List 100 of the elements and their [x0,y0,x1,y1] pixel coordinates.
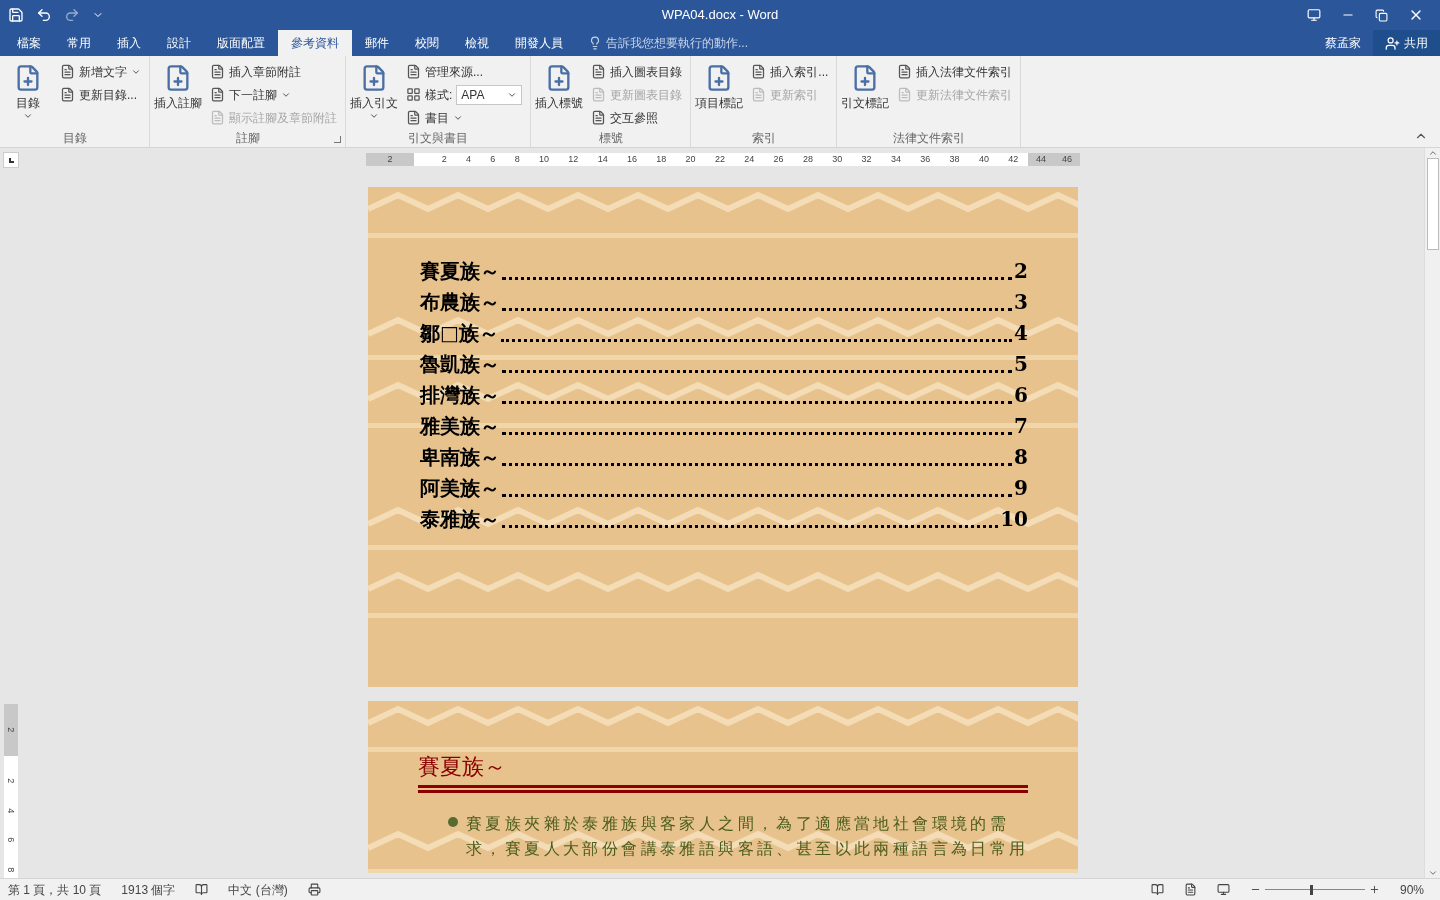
bullet-paragraph: 賽夏族夾雜於泰雅族與客家人之間，為了適應當地社會環境的需求，賽夏人大部份會講泰雅語與客語、甚至以此兩種語言為日常用 [466,812,1030,860]
document-icon [751,87,767,102]
ribbon-display-icon[interactable] [1307,8,1321,22]
ribbon-large-button[interactable]: 引文標記 [841,60,890,129]
document-icon [406,64,421,79]
dialog-launcher-icon[interactable] [334,136,341,143]
ribbon-tab[interactable]: 校閱 [402,30,452,56]
ruler-number: 30 [832,153,843,166]
ribbon-tab[interactable]: 郵件 [352,30,402,56]
toc-entry-title[interactable]: 卑南族～ [420,442,500,472]
ruler-number: 38 [949,153,960,166]
ribbon-small-button[interactable]: 新增文字 [60,60,141,83]
share-button[interactable]: 共用 [1373,30,1440,56]
scroll-down-icon[interactable] [1427,868,1438,878]
ribbon-small-button[interactable]: 插入圖表目錄 [591,60,683,83]
document-icon [210,110,225,125]
zoom-in-icon[interactable] [1368,884,1380,895]
caret-icon [369,111,379,121]
horizontal-ruler: 2 2 4 6 8 10 12 14 16 18 20 22 24 26 28 30 32 34 36 38 40 42 44 46 [366,153,1080,166]
ruler-number: 44 [1036,153,1046,166]
ribbon-small-button[interactable]: 書目 [406,106,523,129]
toc-page-number[interactable]: 5 [1014,349,1028,379]
toc-entry-title[interactable]: 阿美族～ [420,473,500,503]
ruler-number: 24 [744,153,755,166]
ruler-number: 6 [5,837,18,843]
toc-page-number[interactable]: 3 [1014,287,1028,317]
scroll-thumb[interactable] [1426,158,1439,250]
ruler-number: 16 [626,153,637,166]
ribbon-small-button[interactable]: 交互參照 [591,106,683,129]
toc-page-number[interactable]: 7 [1014,411,1028,441]
tell-me-placeholder: 告訴我您想要執行的動作... [606,35,748,52]
ribbon-large-button[interactable]: 插入註腳 [154,60,202,129]
document-icon [60,64,75,79]
ruler-number: 4 [5,807,18,813]
ruler-number: 32 [861,153,872,166]
ribbon-tab[interactable]: 插入 [104,30,154,56]
toc-entry-title[interactable]: 排灣族～ [420,380,500,410]
group-label: 標號 [598,130,623,147]
ribbon-tab[interactable]: 常用 [54,30,104,56]
ruler-number: 10 [538,153,549,166]
toc-page-number[interactable]: 10 [1000,504,1028,534]
ribbon-tab[interactable]: 參考資料 [278,30,352,56]
group-label: 引文與書目 [408,130,469,147]
ribbon-small-button[interactable]: 插入索引... [751,60,829,83]
word-count[interactable]: 1913 個字 [121,880,176,899]
toc-page-number[interactable]: 9 [1014,473,1028,503]
tab-selector[interactable] [3,152,19,168]
ribbon-large-button[interactable]: 插入標號 [535,60,584,129]
ribbon-tab[interactable]: 開發人員 [502,30,576,56]
ruler-number: 34 [890,153,901,166]
ribbon-tab[interactable]: 檔案 [4,30,54,56]
document-icon [897,64,913,79]
ribbon-small-button[interactable]: 下一註腳 [210,83,337,106]
ruler-number: 40 [978,153,989,166]
toc-entry-title[interactable]: 雅美族～ [420,411,500,441]
ribbon-large-button[interactable]: 項目標記 [695,60,744,129]
vertical-scrollbar[interactable] [1424,148,1440,878]
ribbon-tab[interactable]: 版面配置 [204,30,278,56]
language-status[interactable]: 中文 (台灣) [228,880,288,899]
ribbon-small-button[interactable]: 更新目錄... [60,83,141,106]
toc-entry-title[interactable]: 泰雅族～ [420,504,500,534]
document-icon [406,110,421,125]
ribbon-tab[interactable]: 檢視 [452,30,502,56]
person-icon [1385,35,1400,51]
ruler-number: 22 [714,153,725,166]
style-dropdown[interactable]: APA [456,84,523,105]
zoom-thumb[interactable] [1309,884,1313,895]
web-layout-icon[interactable] [1216,883,1230,896]
ruler-number: 8 [514,153,520,166]
toc-page-number[interactable]: 6 [1014,380,1028,410]
ruler-number: 36 [920,153,931,166]
toc-page-number[interactable]: 8 [1014,442,1028,472]
ribbon-small-button[interactable]: 插入章節附註 [210,60,337,83]
ribbon-tab[interactable]: 設計 [154,30,204,56]
ribbon-large-button[interactable]: 目錄 [4,60,52,129]
toc-entry-title[interactable]: 布農族～ [420,287,500,317]
ribbon-small-button[interactable]: 插入法律文件索引 [897,60,1013,83]
group-label: 法律文件索引 [892,130,965,147]
ribbon-small-button[interactable]: 管理來源... [406,60,523,83]
ruler-number: 20 [685,153,696,166]
print-layout-icon[interactable] [1183,883,1197,896]
zoom-percentage[interactable]: 90% [1399,880,1432,899]
document-icon [210,87,225,102]
zoom-slider[interactable] [1264,884,1365,895]
toc-page-number[interactable]: 2 [1014,256,1028,286]
toc-page-number[interactable]: 4 [1014,318,1028,348]
tell-me-field[interactable]: 告訴我您想要執行的動作... [588,30,748,56]
ribbon-large-button[interactable]: 插入引文 [350,60,398,129]
page-count[interactable]: 第 1 頁，共 10 頁 [8,880,102,899]
toc-entry-title[interactable]: 魯凱族～ [420,349,500,379]
ruler-number: 14 [597,153,608,166]
toc-entry-title[interactable]: 賽夏族～ [420,256,500,286]
read-mode-icon[interactable] [1150,883,1164,896]
save-icon[interactable] [8,7,24,23]
user-name[interactable]: 蔡孟家 [1313,30,1373,56]
undo-icon[interactable] [36,7,52,23]
document-icon [897,87,913,102]
scroll-up-icon[interactable] [1427,148,1438,158]
toc-entry-title[interactable]: 鄒□族～ [420,318,499,348]
restore-icon[interactable] [1375,8,1388,22]
